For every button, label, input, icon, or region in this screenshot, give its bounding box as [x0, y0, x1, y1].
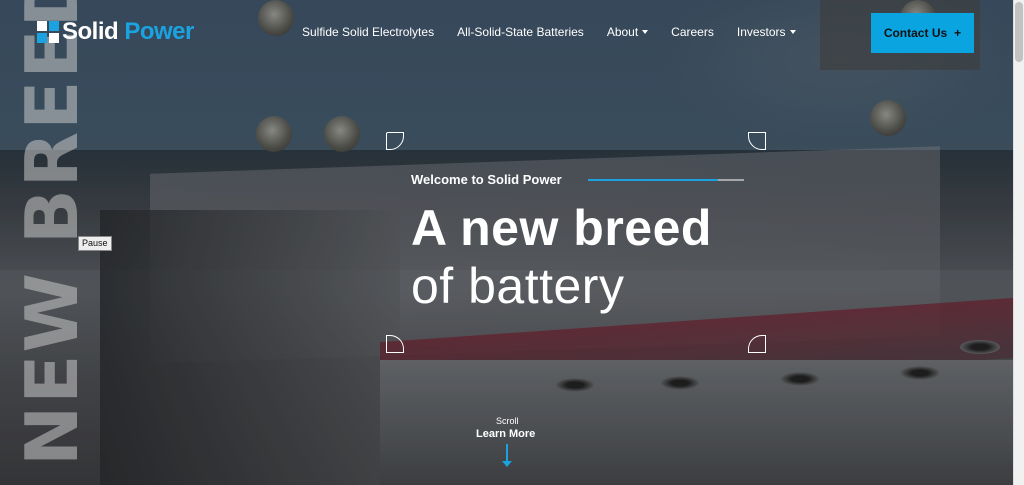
welcome-accent-line	[588, 179, 718, 181]
hero-headline-light: of battery	[411, 258, 625, 314]
hero-headline-bold: A new breed	[411, 200, 712, 256]
chevron-down-icon	[789, 30, 796, 34]
arrow-down-icon-head	[502, 461, 512, 467]
nav-item-about[interactable]: About	[607, 25, 649, 39]
main-nav: Sulfide Solid Electrolytes All-Solid-Sta…	[302, 25, 819, 39]
logo-word-solid: Solid	[62, 18, 119, 45]
nav-item-careers[interactable]: Careers	[671, 25, 714, 39]
hero-vertical-word: NEW BREED	[10, 0, 94, 466]
contact-us-button[interactable]: Contact Us +	[871, 13, 974, 53]
learn-more-link[interactable]: Learn More	[476, 428, 535, 440]
plus-icon: +	[954, 26, 962, 40]
logo-word-power: Power	[124, 18, 194, 45]
logo-mark-icon	[37, 21, 59, 43]
scrollbar-thumb[interactable]	[1015, 2, 1023, 62]
pause-video-button[interactable]: Pause	[78, 236, 112, 251]
nav-item-investors[interactable]: Investors	[737, 25, 796, 39]
welcome-accent-line-tail	[718, 179, 744, 181]
page-scrollbar[interactable]	[1013, 0, 1024, 485]
hero-welcome-text: Welcome to Solid Power	[411, 172, 562, 187]
chevron-down-icon	[642, 30, 649, 34]
scroll-label: Scroll	[496, 416, 519, 426]
site-logo[interactable]: Solid Power	[37, 18, 194, 46]
nav-item-all-solid-state-batteries[interactable]: All-Solid-State Batteries	[457, 25, 584, 39]
nav-item-sulfide-solid-electrolytes[interactable]: Sulfide Solid Electrolytes	[302, 25, 434, 39]
